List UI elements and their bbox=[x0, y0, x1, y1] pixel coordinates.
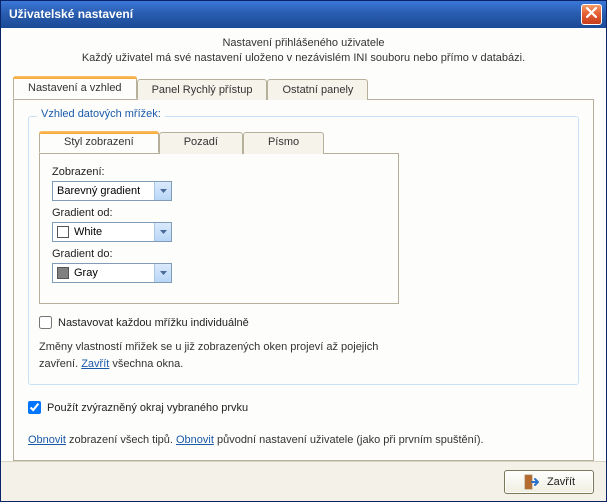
exit-icon bbox=[523, 474, 539, 490]
window-close-button[interactable] bbox=[581, 4, 602, 25]
display-value: Barevný gradient bbox=[57, 185, 154, 197]
intro-line1: Nastavení přihlášeného uživatele bbox=[13, 36, 594, 51]
individual-grid-checkbox[interactable] bbox=[39, 316, 52, 329]
group-title: Vzhled datových mřížek: bbox=[37, 108, 165, 120]
grid-note: Změny vlastností mřižek se u již zobraze… bbox=[39, 339, 399, 372]
tab-quick-access[interactable]: Panel Rychlý přístup bbox=[137, 79, 268, 100]
intro-line2: Každý uživatel má své nastavení uloženo … bbox=[13, 51, 594, 66]
highlight-checkbox-row[interactable]: Použít zvýrazněný okraj vybraného prvku bbox=[28, 401, 579, 414]
intro-text: Nastavení přihlášeného uživatele Každý u… bbox=[13, 36, 594, 67]
close-windows-link[interactable]: Zavřít bbox=[81, 358, 109, 370]
content-area: Nastavení přihlášeného uživatele Každý u… bbox=[1, 28, 606, 462]
gradient-to-combo[interactable]: Gray bbox=[52, 263, 172, 283]
individual-grid-label: Nastavovat každou mřížku individuálně bbox=[58, 317, 249, 329]
display-combo[interactable]: Barevný gradient bbox=[52, 181, 172, 201]
subtab-background[interactable]: Pozadí bbox=[159, 132, 243, 154]
main-tabs: Nastavení a vzhled Panel Rychlý přístup … bbox=[13, 76, 594, 99]
style-subpanel: Zobrazení: Barevný gradient Gradient od:… bbox=[39, 153, 399, 304]
gradient-from-label: Gradient od: bbox=[52, 207, 386, 219]
gradient-to-value: Gray bbox=[74, 267, 154, 279]
highlight-checkbox[interactable] bbox=[28, 401, 41, 414]
highlight-label: Použít zvýrazněný okraj vybraného prvku bbox=[47, 402, 248, 414]
restore-defaults-link[interactable]: Obnovit bbox=[176, 434, 214, 446]
close-button[interactable]: Zavřít bbox=[504, 470, 594, 494]
sub-tabs: Styl zobrazení Pozadí Písmo bbox=[39, 131, 568, 153]
restore-text1: zobrazení všech tipů. bbox=[66, 434, 176, 446]
appearance-panel: Vzhled datových mřížek: Styl zobrazení P… bbox=[13, 99, 594, 461]
tab-other-panels[interactable]: Ostatní panely bbox=[267, 79, 368, 100]
note-part2: všechna okna. bbox=[109, 358, 183, 370]
gradient-from-value: White bbox=[74, 226, 154, 238]
close-button-label: Zavřít bbox=[547, 476, 575, 488]
chevron-down-icon bbox=[154, 182, 171, 200]
restore-tips-link[interactable]: Obnovit bbox=[28, 434, 66, 446]
tab-appearance[interactable]: Nastavení a vzhled bbox=[13, 76, 137, 99]
restore-line: Obnovit zobrazení všech tipů. Obnovit pů… bbox=[28, 434, 579, 446]
settings-window: Uživatelské nastavení Nastavení přihláše… bbox=[0, 0, 607, 502]
subtab-font[interactable]: Písmo bbox=[243, 132, 324, 154]
gradient-from-combo[interactable]: White bbox=[52, 222, 172, 242]
grid-appearance-group: Vzhled datových mřížek: Styl zobrazení P… bbox=[28, 116, 579, 385]
color-swatch-gray bbox=[57, 267, 69, 279]
restore-text2: původní nastavení uživatele (jako při pr… bbox=[214, 434, 484, 446]
display-label: Zobrazení: bbox=[52, 166, 386, 178]
gradient-to-label: Gradient do: bbox=[52, 248, 386, 260]
close-icon bbox=[586, 7, 597, 21]
titlebar: Uživatelské nastavení bbox=[1, 1, 606, 28]
chevron-down-icon bbox=[154, 223, 171, 241]
subtab-style[interactable]: Styl zobrazení bbox=[39, 131, 159, 153]
chevron-down-icon bbox=[154, 264, 171, 282]
individual-grid-checkbox-row[interactable]: Nastavovat každou mřížku individuálně bbox=[39, 316, 568, 329]
window-title: Uživatelské nastavení bbox=[9, 7, 133, 21]
footer: Zavřít bbox=[1, 461, 606, 501]
color-swatch-white bbox=[57, 226, 69, 238]
